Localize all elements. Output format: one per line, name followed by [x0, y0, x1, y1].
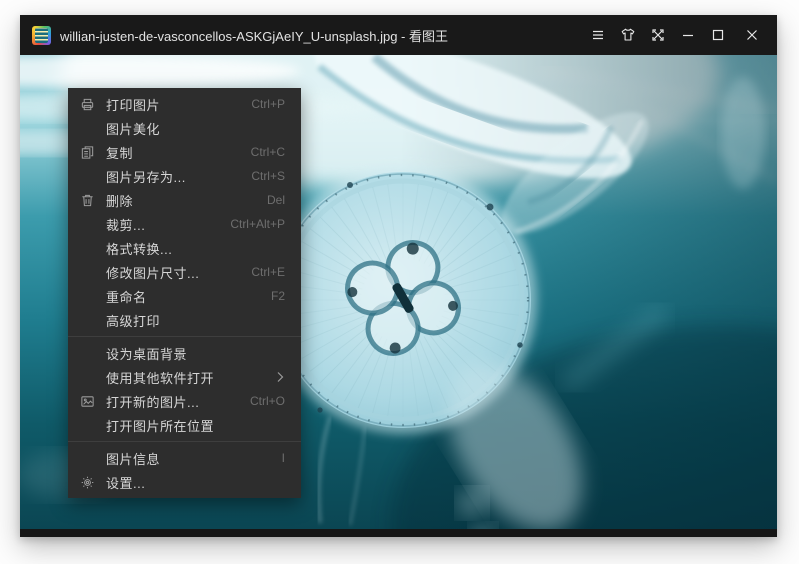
menu-item-label: 图片美化 — [106, 119, 285, 138]
menu-item-label: 复制 — [106, 143, 251, 162]
fullscreen-button[interactable] — [643, 15, 673, 55]
menu-item-open-file-location[interactable]: 打开图片所在位置 — [68, 413, 301, 437]
menu-item-advanced-print[interactable]: 高级打印 — [68, 308, 301, 332]
maximize-icon — [710, 27, 726, 43]
menu-item-shortcut: Ctrl+S — [251, 169, 285, 183]
minimize-button[interactable] — [673, 15, 703, 55]
menu-item-label: 使用其他软件打开 — [106, 368, 276, 387]
jellyfish-far-right — [721, 77, 765, 189]
no-icon — [78, 417, 96, 433]
desktop: willian-justen-de-vasconcellos-ASKGjAeIY… — [0, 0, 799, 564]
no-icon — [78, 120, 96, 136]
close-button[interactable] — [737, 15, 767, 55]
menu-item-shortcut: Ctrl+C — [251, 145, 285, 159]
minimize-icon — [680, 27, 696, 43]
menu-item-label: 设为桌面背景 — [106, 344, 285, 363]
menu-item-resize-image[interactable]: 修改图片尺寸...Ctrl+E — [68, 260, 301, 284]
no-icon — [78, 369, 96, 385]
menu-item-delete[interactable]: 删除Del — [68, 188, 301, 212]
submenu-arrow-icon — [276, 371, 285, 383]
app-logo-icon — [32, 26, 51, 45]
menu-item-label: 图片另存为... — [106, 167, 251, 186]
menu-item-label: 设置... — [106, 473, 285, 492]
no-icon — [78, 450, 96, 466]
window-title: willian-justen-de-vasconcellos-ASKGjAeIY… — [60, 26, 448, 45]
menu-item-label: 修改图片尺寸... — [106, 263, 251, 282]
menu-item-save-image-as[interactable]: 图片另存为...Ctrl+S — [68, 164, 301, 188]
menu-separator — [68, 336, 301, 337]
menu-separator — [68, 441, 301, 442]
menu-item-label: 打开新的图片... — [106, 392, 250, 411]
titlebar[interactable]: willian-justen-de-vasconcellos-ASKGjAeIY… — [20, 15, 777, 55]
context-menu: 打印图片Ctrl+P图片美化复制Ctrl+C图片另存为...Ctrl+S删除De… — [68, 88, 301, 498]
menu-item-open-new-image[interactable]: 打开新的图片...Ctrl+O — [68, 389, 301, 413]
menu-item-shortcut: Ctrl+Alt+P — [230, 217, 285, 231]
main-menu-button[interactable] — [583, 15, 613, 55]
image-icon — [78, 393, 96, 409]
no-icon — [78, 240, 96, 256]
menu-item-label: 高级打印 — [106, 311, 285, 330]
menu-item-label: 打开图片所在位置 — [106, 416, 285, 435]
menu-item-label: 裁剪... — [106, 215, 230, 234]
gear-icon — [78, 474, 96, 490]
hamburger-icon — [590, 27, 606, 43]
menu-item-beautify-image[interactable]: 图片美化 — [68, 116, 301, 140]
menu-item-label: 图片信息 — [106, 449, 282, 468]
shirt-icon — [620, 27, 636, 43]
menu-item-copy[interactable]: 复制Ctrl+C — [68, 140, 301, 164]
menu-item-shortcut: Del — [267, 193, 285, 207]
no-icon — [78, 345, 96, 361]
window-controls — [583, 15, 767, 55]
menu-item-label: 删除 — [106, 191, 267, 210]
menu-item-print-image[interactable]: 打印图片Ctrl+P — [68, 92, 301, 116]
menu-item-image-info[interactable]: 图片信息I — [68, 446, 301, 470]
menu-item-set-as-wallpaper[interactable]: 设为桌面背景 — [68, 341, 301, 365]
menu-item-format-convert[interactable]: 格式转换... — [68, 236, 301, 260]
no-icon — [78, 216, 96, 232]
menu-item-label: 打印图片 — [106, 95, 251, 114]
skin-button[interactable] — [613, 15, 643, 55]
menu-item-shortcut: F2 — [271, 289, 285, 303]
no-icon — [78, 312, 96, 328]
no-icon — [78, 288, 96, 304]
menu-item-crop[interactable]: 裁剪...Ctrl+Alt+P — [68, 212, 301, 236]
menu-item-settings[interactable]: 设置... — [68, 470, 301, 494]
menu-item-shortcut: Ctrl+O — [250, 394, 285, 408]
app-window: willian-justen-de-vasconcellos-ASKGjAeIY… — [20, 15, 777, 537]
copy-icon — [78, 144, 96, 160]
close-icon — [744, 27, 760, 43]
menu-item-label: 重命名 — [106, 287, 271, 306]
menu-item-shortcut: Ctrl+P — [251, 97, 285, 111]
no-icon — [78, 264, 96, 280]
menu-item-shortcut: I — [282, 451, 285, 465]
menu-item-label: 格式转换... — [106, 239, 285, 258]
trash-icon — [78, 192, 96, 208]
menu-item-shortcut: Ctrl+E — [251, 265, 285, 279]
maximize-button[interactable] — [703, 15, 733, 55]
printer-icon — [78, 96, 96, 112]
menu-item-rename[interactable]: 重命名F2 — [68, 284, 301, 308]
menu-item-open-with[interactable]: 使用其他软件打开 — [68, 365, 301, 389]
no-icon — [78, 168, 96, 184]
expand-icon — [650, 27, 666, 43]
